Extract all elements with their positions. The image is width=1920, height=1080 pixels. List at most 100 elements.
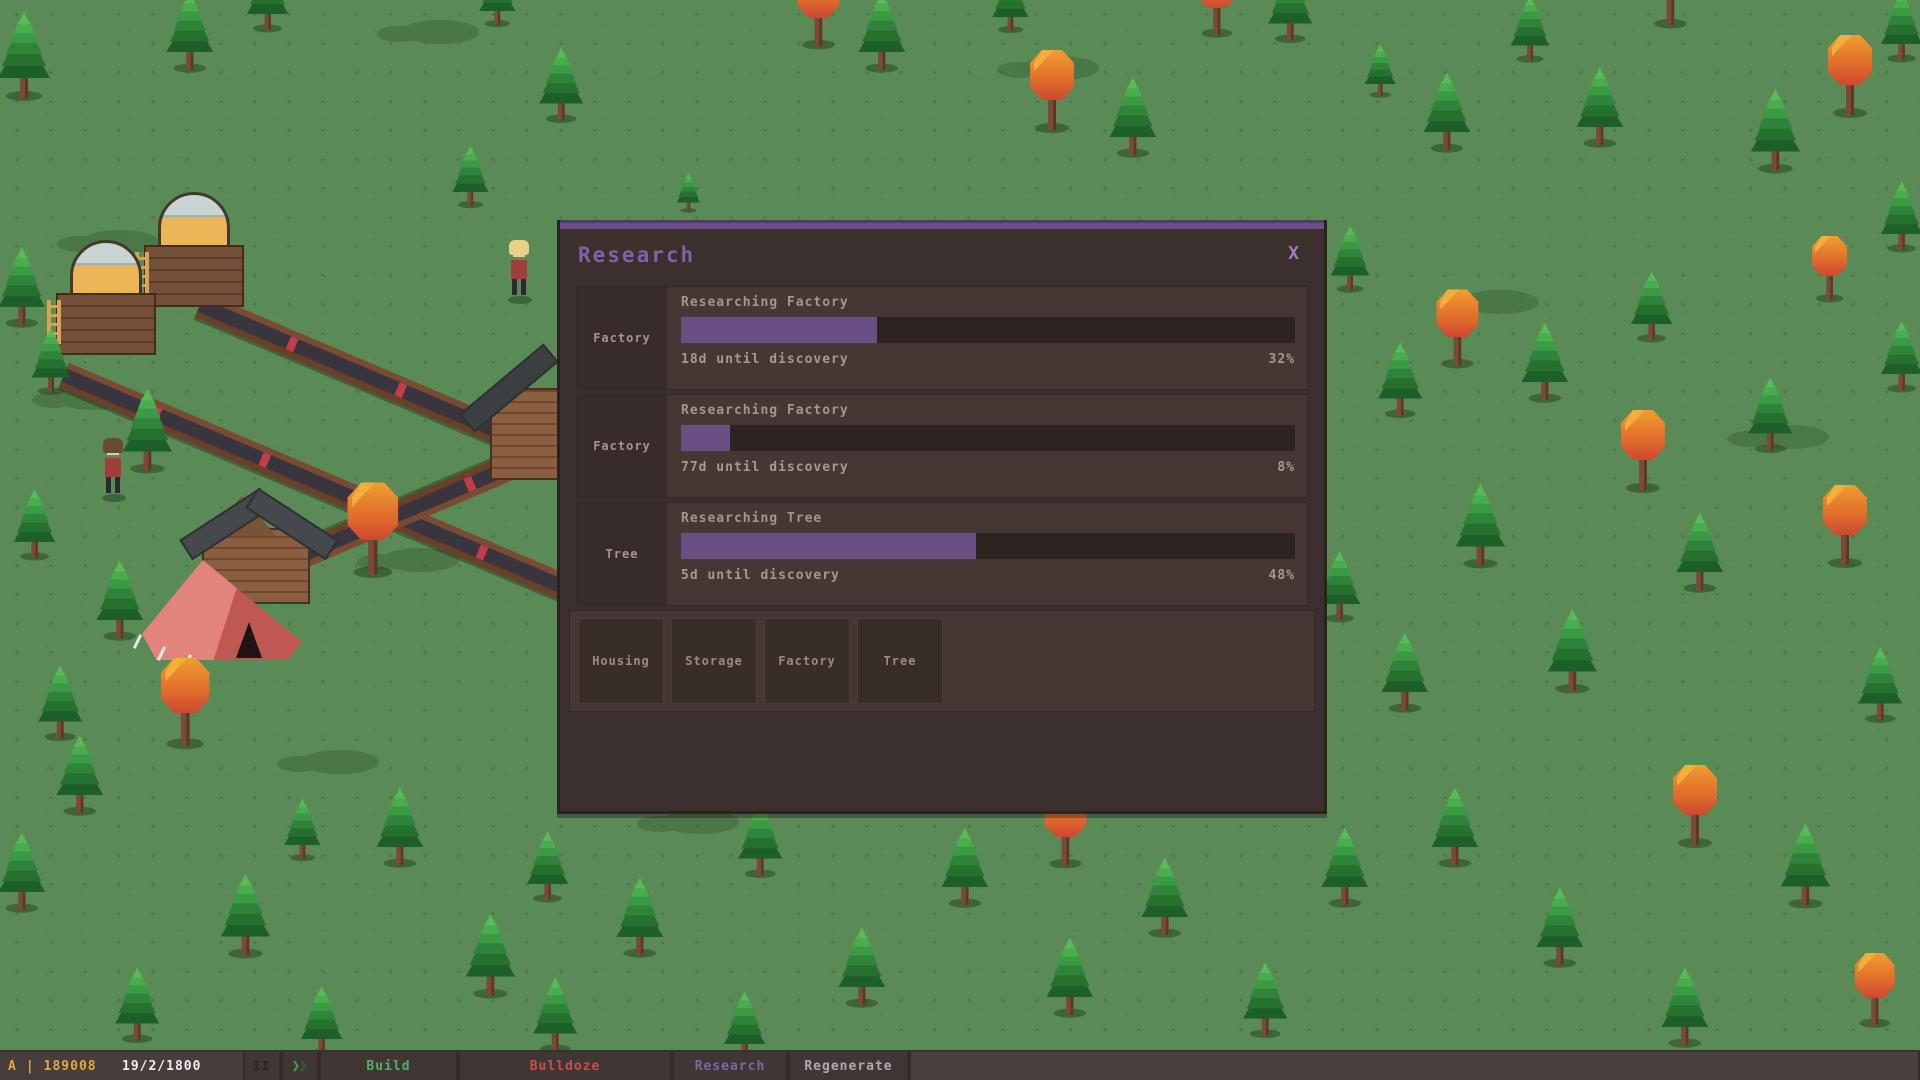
autumn-tree [1663, 755, 1727, 851]
ladder [47, 300, 61, 344]
villager[interactable] [100, 438, 126, 500]
pine-tree [1136, 854, 1194, 940]
pine-tree [1041, 934, 1099, 1020]
glass-dome [158, 192, 230, 250]
glass-dome [70, 240, 142, 298]
villager-shadow [508, 296, 532, 304]
bottom-toolbar: A | 189008 19/2/1800 II ❯ ❯ Build Bulldo… [0, 1050, 1920, 1080]
pine-tree [371, 784, 429, 870]
pine-tree [0, 8, 56, 104]
wood-base [56, 293, 156, 355]
pine-tree [528, 974, 582, 1056]
pine-tree [448, 143, 493, 210]
autumn-tree [1818, 25, 1882, 121]
autumn-tree [1804, 228, 1855, 305]
currency-icon: A [8, 1059, 17, 1074]
research-option-factory[interactable]: Factory [764, 618, 850, 704]
progress-fill [681, 317, 877, 343]
pine-tree [161, 0, 219, 76]
research-queue: Factory Researching Factory 18d until di… [560, 281, 1324, 605]
pine-tree [0, 244, 51, 330]
pine-tree [1263, 0, 1317, 45]
pine-tree [936, 824, 994, 910]
build-button[interactable]: Build [319, 1052, 458, 1080]
red-tent[interactable] [142, 560, 302, 660]
progress-bar [681, 533, 1295, 559]
pine-tree [1571, 64, 1629, 150]
pine-tree [9, 486, 60, 563]
pine-tree [1104, 74, 1162, 160]
pine-tree [1626, 268, 1677, 345]
pine-tree [1418, 69, 1476, 155]
pine-tree [1656, 964, 1714, 1050]
close-button[interactable]: X [1288, 243, 1300, 264]
research-row: Factory Researching Factory 18d until di… [577, 287, 1307, 389]
pine-tree [1238, 959, 1292, 1041]
tent-peg [133, 634, 142, 649]
pine-tree [1531, 884, 1589, 970]
pine-tree [1775, 820, 1836, 911]
pine-tree [1671, 509, 1729, 595]
pine-tree [91, 557, 149, 643]
grass-shadow [1461, 290, 1539, 314]
pine-tree [1450, 480, 1511, 571]
research-button[interactable]: Research [672, 1052, 788, 1080]
research-status: Researching Factory [681, 403, 1295, 418]
research-status: Researching Factory [681, 295, 1295, 310]
pause-button[interactable]: II [243, 1052, 281, 1080]
pine-tree [853, 0, 911, 76]
modal-title: Research [578, 243, 695, 267]
progress-bar [681, 317, 1295, 343]
pine-tree [1745, 85, 1806, 176]
autumn-tree [1813, 475, 1877, 571]
percent-label: 32% [1269, 352, 1295, 367]
pine-tree [51, 732, 109, 818]
research-category: Factory [577, 287, 667, 389]
time-remaining: 5d until discovery [681, 568, 840, 583]
autumn-tree [788, 0, 849, 52]
pine-tree [0, 829, 51, 915]
autumn-tree [1846, 944, 1904, 1030]
villager-hair [509, 240, 529, 255]
pine-tree [988, 0, 1033, 35]
play-icon-echo: ❯ [299, 1058, 308, 1074]
autumn-tree [1020, 40, 1084, 136]
grass-shadow [301, 750, 379, 774]
autumn-tree [1611, 400, 1675, 496]
bulldoze-button[interactable]: Bulldoze [458, 1052, 672, 1080]
pine-tree [1853, 644, 1907, 726]
pine-tree [475, 0, 520, 29]
pine-tree [611, 874, 669, 960]
pine-tree [1373, 339, 1427, 421]
pine-tree [280, 796, 325, 863]
pine-tree [534, 44, 588, 126]
pine-tree [674, 171, 703, 214]
pine-tree [1506, 0, 1554, 65]
research-option-housing[interactable]: Housing [578, 618, 664, 704]
regenerate-button[interactable]: Regenerate [788, 1052, 909, 1080]
pine-tree [1876, 0, 1920, 65]
progress-bar [681, 425, 1295, 451]
pine-tree [522, 828, 573, 905]
play-button[interactable]: ❯ ❯ [281, 1052, 319, 1080]
dome-press-building[interactable] [56, 240, 156, 355]
dome-press-building[interactable] [144, 192, 244, 307]
grass-shadow [1021, 56, 1099, 80]
research-option-storage[interactable]: Storage [671, 618, 757, 704]
pine-tree [1316, 824, 1374, 910]
pine-tree [1426, 784, 1484, 870]
villager[interactable] [506, 240, 532, 302]
pine-tree [460, 910, 521, 1001]
villager-legs [106, 477, 120, 493]
research-option-tree[interactable]: Tree [857, 618, 943, 704]
pine-tree [833, 924, 891, 1010]
progress-fill [681, 425, 730, 451]
percent-label: 48% [1269, 568, 1295, 583]
pine-tree [1876, 178, 1920, 255]
wood-base [144, 245, 244, 307]
research-category: Factory [577, 395, 667, 497]
villager-hair [103, 438, 123, 453]
autumn-tree [1188, 0, 1246, 41]
log-cabin[interactable] [462, 336, 572, 486]
pine-tree [242, 0, 293, 35]
